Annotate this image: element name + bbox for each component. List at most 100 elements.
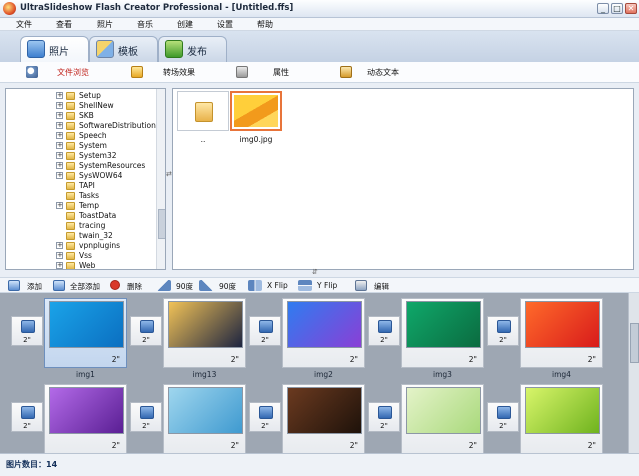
expand-toggle-icon[interactable]: + (56, 202, 63, 209)
tab-photo[interactable]: 照片 (20, 36, 89, 63)
expand-toggle-icon[interactable]: + (56, 122, 63, 129)
rotate-left-button[interactable]: 90度 (176, 281, 193, 292)
slide-card[interactable]: 2" (520, 384, 603, 453)
slide-card[interactable]: 2" (282, 384, 365, 453)
add-all-button[interactable]: 全部添加 (70, 281, 100, 292)
expand-toggle-icon[interactable]: + (56, 252, 63, 259)
maximize-button[interactable]: □ (611, 3, 623, 14)
tree-item[interactable]: + Temp (6, 201, 156, 211)
menu-create[interactable]: 创建 (177, 18, 193, 31)
transition-slot[interactable]: 2" (130, 316, 162, 346)
storyboard-scrollbar-thumb[interactable] (630, 323, 639, 363)
rotate-right-icon[interactable] (199, 280, 213, 291)
transition-slot[interactable]: 2" (11, 402, 43, 432)
slide-card[interactable]: 2" (282, 298, 365, 368)
menu-music[interactable]: 音乐 (137, 18, 153, 31)
tree-item[interactable]: TAPI (6, 181, 156, 191)
slide-card[interactable]: 2" (520, 298, 603, 368)
expand-toggle-icon[interactable]: + (56, 92, 63, 99)
tree-scrollbar[interactable] (156, 89, 165, 269)
image-thumbnail-img0[interactable] (230, 91, 282, 131)
tree-item[interactable]: + SoftwareDistribution (6, 121, 156, 131)
parent-folder-thumbnail[interactable] (177, 91, 229, 131)
tree-scrollbar-thumb[interactable] (158, 209, 165, 239)
add-icon[interactable] (8, 280, 20, 291)
expand-toggle-icon[interactable]: + (56, 242, 63, 249)
minimize-button[interactable]: _ (597, 3, 609, 14)
expand-toggle-icon[interactable]: + (56, 112, 63, 119)
tree-item[interactable]: + Vss (6, 251, 156, 261)
tree-item[interactable]: + System32 (6, 151, 156, 161)
rotate-right-button[interactable]: 90度 (219, 281, 236, 292)
add-all-icon[interactable] (53, 280, 65, 291)
tree-item[interactable]: twain_32 (6, 231, 156, 241)
slide-thumbnail (525, 301, 600, 348)
tab-template[interactable]: 模板 (89, 36, 158, 62)
tree-item[interactable]: + SysWOW64 (6, 171, 156, 181)
flip-x-button[interactable]: X Flip (267, 281, 288, 290)
expand-toggle-icon[interactable]: + (56, 162, 63, 169)
tree-item[interactable]: ToastData (6, 211, 156, 221)
subtab-properties[interactable]: 属性 (273, 67, 289, 78)
slide-card[interactable]: 2" (163, 298, 246, 368)
expand-toggle-icon[interactable]: + (56, 102, 63, 109)
subtab-transition[interactable]: 转场效果 (163, 67, 195, 78)
tab-publish[interactable]: 发布 (158, 36, 227, 62)
expand-toggle-icon[interactable]: + (56, 142, 63, 149)
flip-y-button[interactable]: Y Flip (317, 281, 337, 290)
menu-file[interactable]: 文件 (16, 18, 32, 31)
magnifier-icon[interactable] (26, 66, 38, 78)
expand-toggle-icon[interactable]: + (56, 152, 63, 159)
dynamic-text-icon[interactable] (340, 66, 352, 78)
rotate-left-icon[interactable] (157, 280, 171, 291)
transition-slot[interactable]: 2" (249, 402, 281, 432)
transition-slot[interactable]: 2" (368, 316, 400, 346)
template-icon (96, 40, 114, 58)
storyboard-scrollbar[interactable] (628, 293, 639, 453)
horizontal-splitter-icon[interactable]: ⇵ (312, 268, 318, 276)
flip-x-icon[interactable] (248, 280, 262, 291)
delete-icon[interactable] (110, 280, 120, 290)
properties-icon[interactable] (236, 66, 248, 78)
expand-toggle-icon[interactable]: + (56, 132, 63, 139)
slide-card[interactable]: 2" (401, 384, 484, 453)
tree-item[interactable]: Tasks (6, 191, 156, 201)
delete-button[interactable]: 删除 (127, 281, 142, 292)
tree-item[interactable]: + SKB (6, 111, 156, 121)
menu-help[interactable]: 帮助 (257, 18, 273, 31)
menu-settings[interactable]: 设置 (217, 18, 233, 31)
menu-view[interactable]: 查看 (56, 18, 72, 31)
slide-card[interactable]: 2" (44, 384, 127, 453)
file-browser[interactable]: .. img0.jpg (172, 88, 634, 270)
tree-item[interactable]: + Speech (6, 131, 156, 141)
transition-slot[interactable]: 2" (487, 402, 519, 432)
slide-card[interactable]: 2" (44, 298, 127, 368)
transition-effect-icon[interactable] (131, 66, 143, 78)
tree-item[interactable]: + ShellNew (6, 101, 156, 111)
edit-button[interactable]: 编辑 (374, 281, 389, 292)
transition-slot[interactable]: 2" (487, 316, 519, 346)
add-button[interactable]: 添加 (27, 281, 42, 292)
tree-item[interactable]: + System (6, 141, 156, 151)
transition-slot[interactable]: 2" (368, 402, 400, 432)
subtab-dynamic-text[interactable]: 动态文本 (367, 67, 399, 78)
folder-tree[interactable]: + Setup + ShellNew + SKB + SoftwareDistribution… (5, 88, 166, 270)
transition-slot[interactable]: 2" (130, 402, 162, 432)
edit-icon[interactable] (355, 280, 367, 291)
subtab-file-browse[interactable]: 文件浏览 (57, 67, 89, 78)
tree-item[interactable]: + SystemResources (6, 161, 156, 171)
transition-slot[interactable]: 2" (11, 316, 43, 346)
flip-y-icon[interactable] (298, 280, 312, 291)
slide-card[interactable]: 2" (163, 384, 246, 453)
menu-photo[interactable]: 照片 (97, 18, 113, 31)
tree-item[interactable]: + Setup (6, 91, 156, 101)
expand-toggle-icon[interactable]: + (56, 262, 63, 269)
slide-card[interactable]: 2" (401, 298, 484, 368)
tree-item[interactable]: + vpnplugins (6, 241, 156, 251)
transition-slot[interactable]: 2" (249, 316, 281, 346)
expand-toggle-icon[interactable]: + (56, 172, 63, 179)
tree-item[interactable]: + Web (6, 261, 156, 269)
tree-item[interactable]: tracing (6, 221, 156, 231)
slide-storyboard[interactable]: 2" 2" img1 2" 2" img13 2" 2" img2 2" 2" img3 2" 2" img… (0, 293, 639, 453)
close-button[interactable]: ✕ (625, 3, 637, 14)
